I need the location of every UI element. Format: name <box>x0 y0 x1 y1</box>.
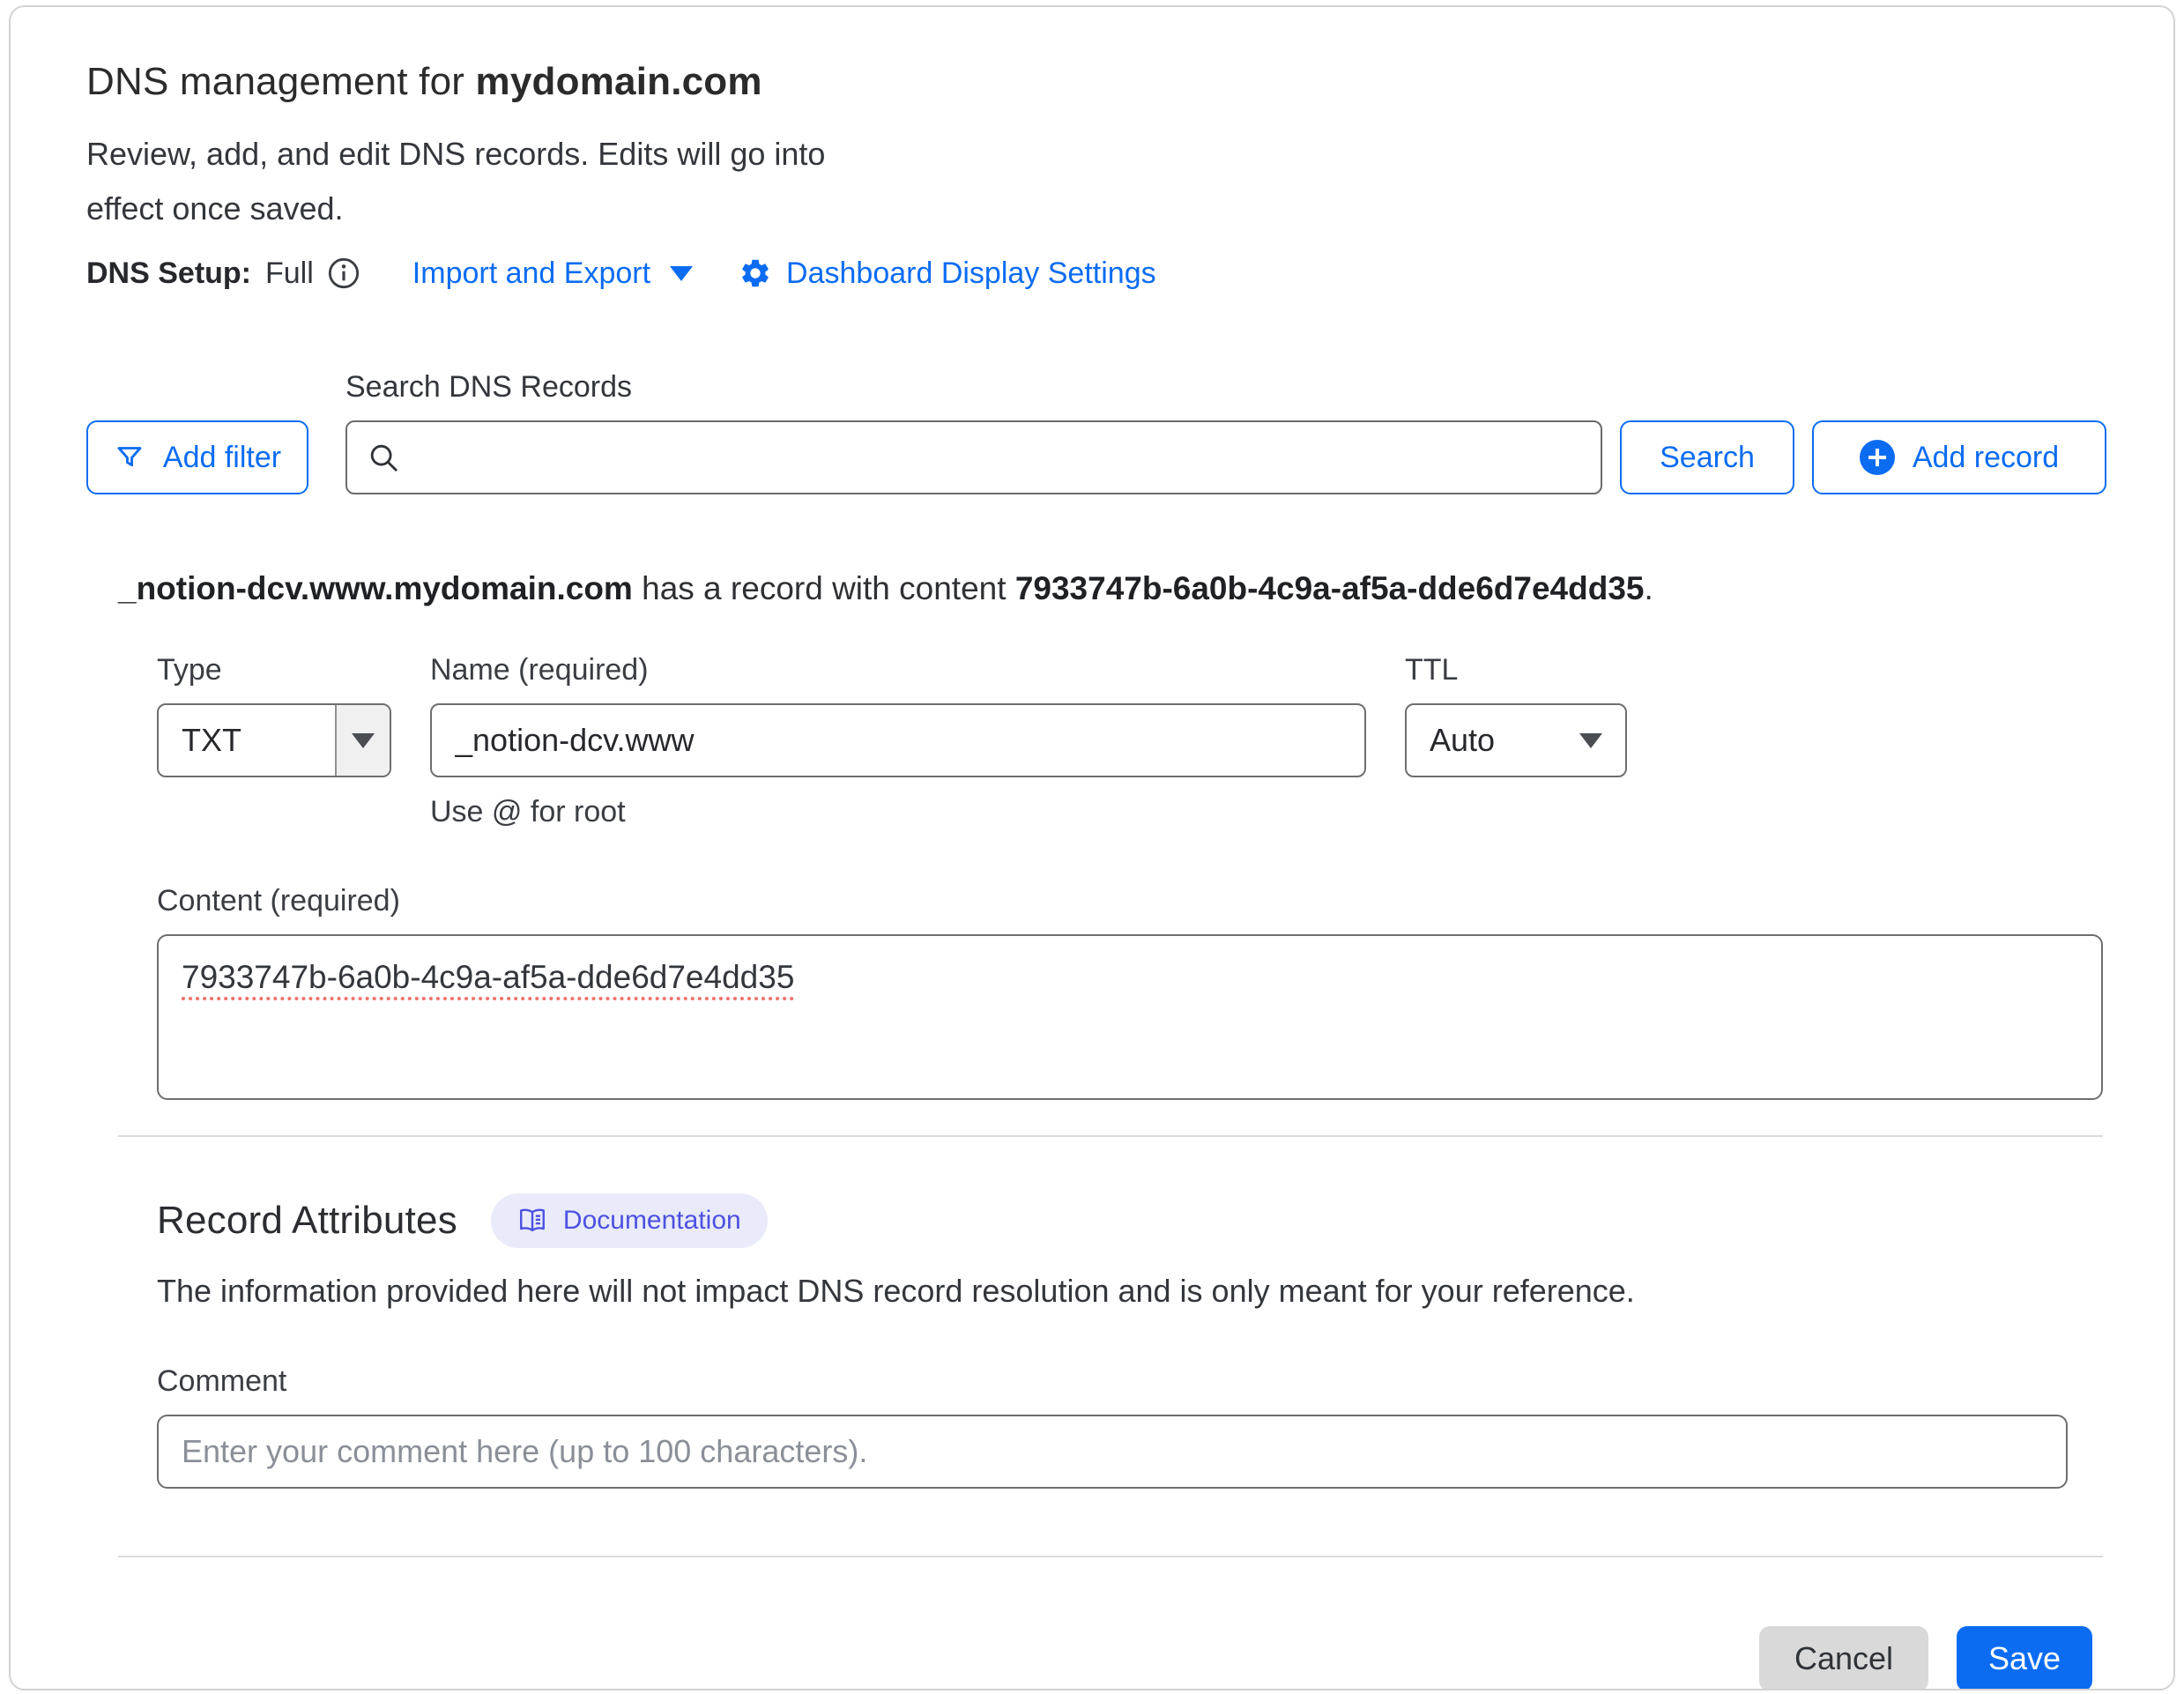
content-textarea[interactable]: 7933747b-6a0b-4c9a-af5a-dde6d7e4dd35 <box>157 934 2103 1100</box>
name-field[interactable] <box>430 703 1366 777</box>
documentation-link[interactable]: Documentation <box>491 1193 768 1248</box>
dns-management-panel: DNS management for mydomain.com Review, … <box>9 5 2175 1690</box>
divider <box>118 1135 2103 1137</box>
documentation-label: Documentation <box>563 1206 741 1236</box>
add-filter-button[interactable]: Add filter <box>86 420 308 494</box>
record-exists-notice: _notion-dcv.www.mydomain.com has a recor… <box>118 570 2103 607</box>
chevron-down-icon <box>1579 733 1602 748</box>
gear-icon <box>739 256 772 290</box>
add-record-button[interactable]: Add record <box>1812 420 2106 494</box>
record-attributes-description: The information provided here will not i… <box>157 1273 2103 1310</box>
type-name-ttl-row: Type TXT Name (required) Use @ for root … <box>157 653 2103 829</box>
info-icon[interactable] <box>326 256 361 291</box>
notice-suffix: . <box>1645 570 1653 606</box>
dns-setup-row: DNS Setup: Full Import and Export Dashbo… <box>86 256 2106 291</box>
type-field: Type TXT <box>157 653 391 829</box>
content-label: Content (required) <box>157 884 2103 918</box>
search-row: Add filter Search Add record <box>86 420 2106 494</box>
type-select-cap <box>335 705 390 776</box>
cancel-button[interactable]: Cancel <box>1759 1626 1928 1690</box>
search-input[interactable] <box>414 441 1581 475</box>
dashboard-display-settings-label: Dashboard Display Settings <box>786 256 1156 291</box>
filter-icon <box>114 442 145 473</box>
name-label: Name (required) <box>430 653 1366 687</box>
record-form: Type TXT Name (required) Use @ for root … <box>157 653 2103 1100</box>
content-value: 7933747b-6a0b-4c9a-af5a-dde6d7e4dd35 <box>182 959 794 995</box>
dashboard-display-settings-link[interactable]: Dashboard Display Settings <box>739 256 1156 291</box>
footer-actions: Cancel Save <box>118 1626 2092 1690</box>
header: DNS management for mydomain.com Review, … <box>86 60 2106 291</box>
search-icon <box>367 441 400 474</box>
add-record-label: Add record <box>1913 441 2059 475</box>
search-dns-records-label: Search DNS Records <box>345 370 2106 405</box>
search-input-box <box>345 420 1602 494</box>
content-field-group: Content (required) 7933747b-6a0b-4c9a-af… <box>157 884 2103 1100</box>
save-label: Save <box>1988 1640 2061 1677</box>
ttl-select[interactable]: Auto <box>1405 703 1627 777</box>
record-attributes-section: Record Attributes Documentation The info… <box>157 1193 2103 1489</box>
record-attributes-heading: Record Attributes <box>157 1199 457 1243</box>
name-helper-text: Use @ for root <box>430 795 1366 829</box>
import-export-link[interactable]: Import and Export <box>412 256 693 291</box>
divider <box>118 1556 2103 1557</box>
ttl-field: TTL Auto <box>1405 653 1627 829</box>
notice-middle-text: has a record with content <box>633 570 1015 606</box>
type-select-value: TXT <box>159 705 335 776</box>
ttl-select-value: Auto <box>1430 722 1495 759</box>
chevron-down-icon <box>352 733 375 748</box>
page-subtitle: Review, add, and edit DNS records. Edits… <box>86 127 880 236</box>
plus-circle-icon <box>1860 440 1895 475</box>
import-export-label: Import and Export <box>412 256 650 291</box>
comment-input[interactable] <box>157 1415 2068 1489</box>
page-title-domain: mydomain.com <box>476 60 762 103</box>
save-button[interactable]: Save <box>1957 1626 2092 1690</box>
dns-setup-value: Full <box>265 256 314 291</box>
chevron-down-icon <box>670 266 693 281</box>
type-select[interactable]: TXT <box>157 703 391 777</box>
record-attributes-header: Record Attributes Documentation <box>157 1193 2103 1248</box>
add-filter-label: Add filter <box>163 441 281 475</box>
page-title: DNS management for mydomain.com <box>86 60 2106 104</box>
search-button-label: Search <box>1660 441 1755 475</box>
cancel-label: Cancel <box>1794 1640 1893 1677</box>
name-field-group: Name (required) Use @ for root <box>430 653 1366 829</box>
search-area: Search DNS Records Add filter Search Add… <box>86 370 2106 494</box>
notice-record-name: _notion-dcv.www.mydomain.com <box>118 570 633 606</box>
book-icon <box>517 1206 547 1236</box>
comment-label: Comment <box>157 1364 2103 1399</box>
notice-content-value: 7933747b-6a0b-4c9a-af5a-dde6d7e4dd35 <box>1015 570 1645 606</box>
search-button[interactable]: Search <box>1620 420 1794 494</box>
record-editor: _notion-dcv.www.mydomain.com has a recor… <box>118 570 2103 1690</box>
ttl-label: TTL <box>1405 653 1627 687</box>
page-title-prefix: DNS management for <box>86 60 476 103</box>
type-label: Type <box>157 653 391 687</box>
dns-setup-label: DNS Setup: <box>86 256 251 291</box>
